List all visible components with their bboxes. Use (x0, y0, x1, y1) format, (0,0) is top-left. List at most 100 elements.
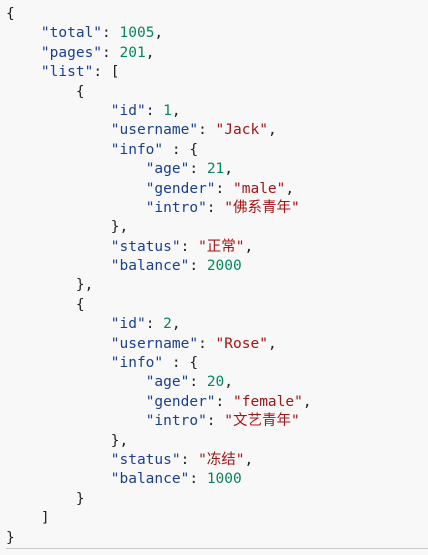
json-punctuation: : (145, 316, 164, 333)
json-number: 1005 (119, 25, 155, 42)
json-string: "female" (233, 393, 303, 410)
json-punctuation: : (215, 180, 233, 197)
json-punctuation: : (189, 258, 207, 275)
json-punctuation: , (302, 393, 312, 410)
json-punctuation: : { (163, 355, 199, 372)
code-line: "username": "Rose", (6, 335, 428, 354)
json-punctuation: } (6, 490, 85, 507)
code-line: "id": 2, (6, 315, 428, 334)
json-punctuation: }, (6, 219, 129, 236)
json-punctuation: { (6, 6, 15, 22)
json-punctuation: , (267, 122, 277, 139)
json-punctuation: : (180, 451, 199, 468)
code-line: "gender": "male", (6, 180, 428, 199)
json-punctuation: ] (6, 510, 50, 527)
json-number: 2 (163, 316, 172, 333)
json-key: "gender" (145, 180, 216, 197)
json-key: "id" (110, 316, 146, 333)
json-string: "正常" (198, 238, 245, 255)
json-punctuation: , (145, 44, 155, 61)
json-key: "intro" (145, 413, 207, 430)
code-line: "balance": 2000 (6, 257, 428, 276)
json-punctuation: , (171, 316, 181, 333)
code-line: }, (6, 218, 428, 237)
json-punctuation (6, 142, 111, 158)
json-punctuation (6, 355, 111, 371)
json-punctuation: : (189, 161, 207, 178)
json-punctuation (6, 374, 146, 390)
json-punctuation: }, (6, 277, 94, 294)
json-key: "id" (110, 102, 146, 119)
code-line: "intro": "文艺青年" (6, 412, 428, 431)
json-punctuation: : (206, 199, 225, 216)
json-punctuation (6, 45, 41, 61)
code-line: { (6, 83, 428, 102)
code-line: "intro": "佛系青年" (6, 199, 428, 218)
json-punctuation (6, 103, 111, 119)
json-punctuation (6, 316, 111, 332)
json-key: "age" (145, 161, 190, 178)
json-punctuation: : (206, 413, 225, 430)
json-string: "文艺青年" (224, 413, 300, 430)
json-punctuation: , (267, 335, 277, 352)
code-line: "age": 21, (6, 160, 428, 179)
code-line: ] (6, 509, 428, 528)
json-punctuation: : (189, 471, 207, 488)
json-number: 1 (163, 102, 172, 119)
json-number: 2000 (206, 258, 242, 275)
json-key: "status" (110, 238, 181, 255)
json-string: "male" (233, 180, 286, 197)
json-code-block: { "total": 1005, "pages": 201, "list": [… (6, 5, 428, 549)
json-punctuation: , (224, 161, 234, 178)
json-punctuation (6, 200, 146, 216)
json-punctuation: { (6, 296, 85, 313)
code-line: { (6, 296, 428, 315)
json-punctuation: , (244, 451, 254, 468)
json-punctuation: : [ (93, 64, 120, 81)
json-punctuation (6, 239, 111, 255)
json-punctuation (6, 258, 111, 274)
json-key: "info" (110, 355, 164, 372)
json-punctuation (6, 452, 111, 468)
json-number: 21 (206, 161, 225, 178)
code-line: }, (6, 276, 428, 295)
json-punctuation: : { (163, 141, 199, 158)
code-line: "total": 1005, (6, 24, 428, 43)
json-punctuation (6, 64, 41, 80)
json-punctuation: : (180, 238, 199, 255)
json-key: "username" (110, 335, 199, 352)
json-punctuation: : (215, 393, 233, 410)
code-line: } (6, 529, 428, 548)
json-key: "intro" (145, 199, 207, 216)
code-line: "gender": "female", (6, 393, 428, 412)
json-punctuation (6, 413, 146, 429)
json-punctuation: : (189, 374, 207, 391)
json-key: "gender" (145, 393, 216, 410)
json-punctuation (6, 122, 111, 138)
code-line: "age": 20, (6, 373, 428, 392)
json-number: 1000 (206, 471, 242, 488)
json-key: "status" (110, 451, 181, 468)
json-punctuation: , (171, 102, 181, 119)
json-number: 201 (119, 44, 146, 61)
json-key: "info" (110, 141, 164, 158)
code-line: "info" : { (6, 354, 428, 373)
json-punctuation: { (6, 83, 85, 100)
code-line: "list": [ (6, 63, 428, 82)
code-line: "info" : { (6, 141, 428, 160)
json-key: "username" (110, 122, 199, 139)
json-punctuation: } (6, 529, 15, 546)
code-line: "balance": 1000 (6, 470, 428, 489)
json-key: "balance" (110, 258, 190, 275)
json-punctuation (6, 336, 111, 352)
json-string: "Jack" (215, 122, 268, 139)
code-line: "status": "正常", (6, 238, 428, 257)
json-punctuation (6, 394, 146, 410)
json-number: 20 (206, 374, 225, 391)
json-punctuation: : (145, 102, 164, 119)
code-line: { (6, 5, 428, 24)
json-punctuation: : (102, 44, 120, 61)
json-punctuation: , (285, 180, 295, 197)
code-line: }, (6, 432, 428, 451)
json-string: "佛系青年" (224, 199, 300, 216)
